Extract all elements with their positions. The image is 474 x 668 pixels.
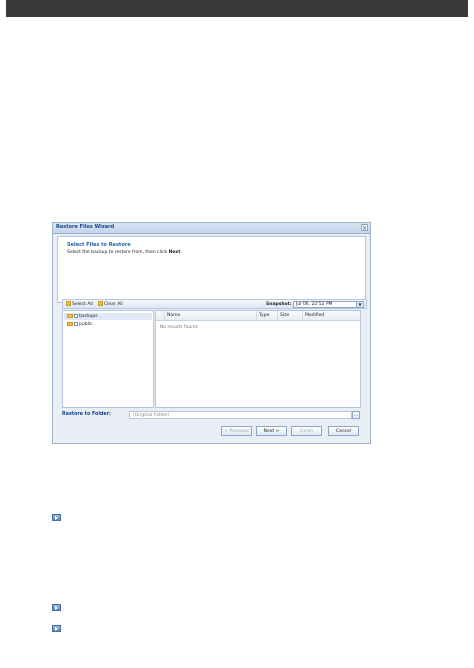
page-header-bar bbox=[6, 0, 468, 17]
folder-icon bbox=[67, 313, 73, 318]
finish-button[interactable]: Finish bbox=[291, 426, 322, 436]
wizard-titlebar: Restore Files Wizard × bbox=[53, 223, 370, 234]
previous-button[interactable]: < Previous bbox=[221, 426, 252, 436]
tree-checkbox[interactable] bbox=[74, 313, 78, 318]
restore-files-wizard: Restore Files Wizard × Select Files to R… bbox=[52, 222, 371, 444]
folder-icon bbox=[67, 321, 73, 326]
restore-to-field[interactable]: (Original Folder) bbox=[129, 411, 352, 419]
empty-results-message: No results found. bbox=[160, 325, 199, 330]
clear-all-button[interactable]: Clear All bbox=[98, 301, 123, 308]
arrow-bullet-icon bbox=[52, 604, 61, 611]
file-toolbar: Select All Clear All Snapshot: Jul 06, 2… bbox=[62, 299, 367, 309]
next-button[interactable]: Next > bbox=[256, 426, 287, 436]
folder-clear-icon bbox=[98, 301, 103, 306]
tree-checkbox[interactable] bbox=[74, 321, 78, 326]
chevron-down-icon[interactable]: ▼ bbox=[356, 302, 363, 307]
column-type[interactable]: Type bbox=[256, 311, 277, 320]
wizard-header-panel: Select Files to Restore Select the backu… bbox=[57, 236, 366, 303]
column-modified[interactable]: Modified bbox=[302, 311, 354, 320]
restore-to-label: Restore to Folder: bbox=[62, 412, 111, 417]
cancel-button[interactable]: Cancel bbox=[328, 426, 359, 436]
step-instructions: Select the backup to restore from, then … bbox=[67, 250, 182, 255]
column-size[interactable]: Size bbox=[277, 311, 302, 320]
browse-button[interactable]: ... bbox=[352, 411, 360, 419]
arrow-bullet-icon bbox=[52, 514, 61, 521]
folder-check-icon bbox=[66, 301, 71, 306]
file-grid: Name Type Size Modified No results found… bbox=[155, 310, 361, 408]
column-name[interactable]: Name bbox=[164, 311, 256, 320]
select-all-button[interactable]: Select All bbox=[66, 301, 93, 308]
tree-item-backups[interactable]: backups bbox=[64, 313, 152, 320]
wizard-title: Restore Files Wizard bbox=[56, 224, 115, 230]
step-title: Select Files to Restore bbox=[67, 242, 131, 248]
tree-item-public[interactable]: public bbox=[67, 321, 93, 328]
arrow-bullet-icon bbox=[52, 625, 61, 632]
snapshot-label: Snapshot: bbox=[266, 302, 292, 307]
snapshot-value: Jul 06, 22:52 PM bbox=[296, 302, 333, 307]
folder-tree[interactable]: backups public bbox=[62, 310, 154, 408]
restore-to-value: (Original Folder) bbox=[133, 413, 170, 418]
grid-header: Name Type Size Modified bbox=[156, 311, 360, 321]
snapshot-select[interactable]: Jul 06, 22:52 PM ▼ bbox=[293, 301, 364, 308]
close-button[interactable]: × bbox=[361, 224, 368, 232]
